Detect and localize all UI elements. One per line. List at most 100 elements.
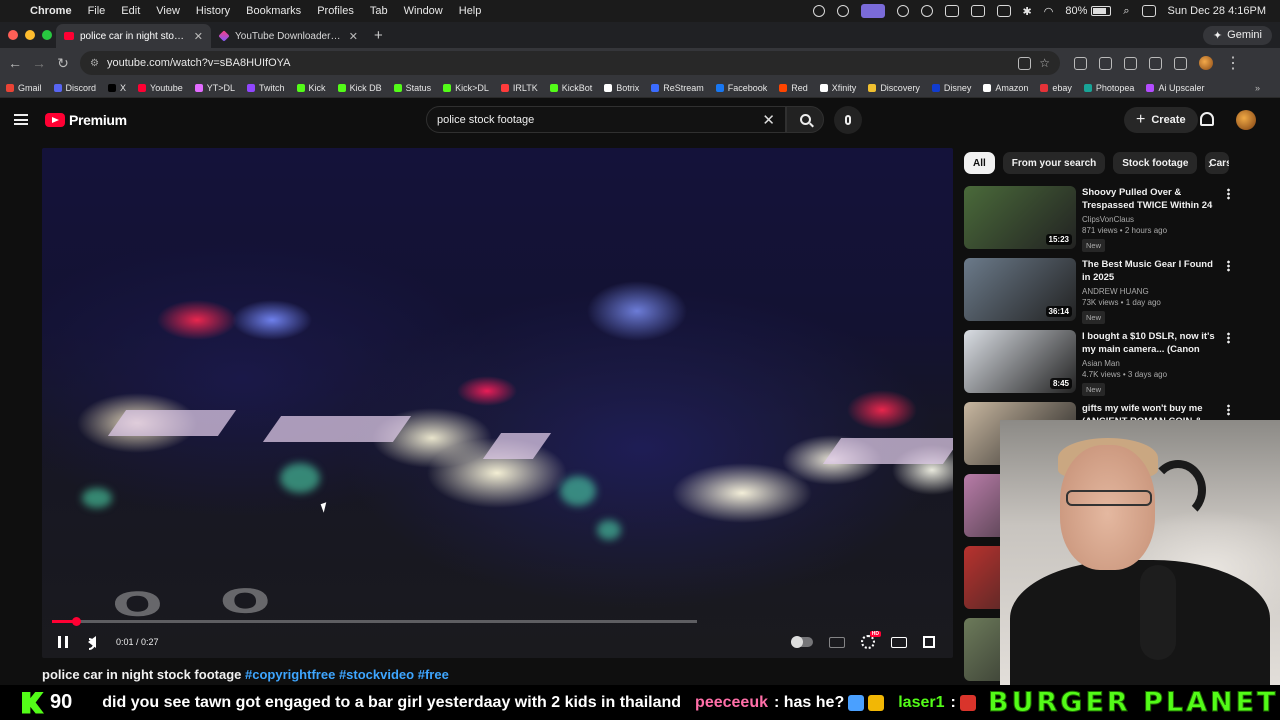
bookmark-item[interactable]: ebay	[1040, 83, 1072, 93]
address-bar[interactable]: ⚙ youtube.com/watch?v=sBA8HUIfOYA ☆	[80, 51, 1060, 75]
hashtag-link[interactable]: #free	[418, 667, 449, 682]
menu-window[interactable]: Window	[404, 5, 443, 17]
menu-app-name[interactable]: Chrome	[30, 5, 72, 17]
puzzle-icon[interactable]	[1099, 56, 1112, 70]
cloud-icon[interactable]	[836, 5, 849, 17]
screen-share-icon[interactable]	[860, 4, 885, 18]
bookmark-item[interactable]: Discovery	[868, 83, 920, 93]
bookmark-item[interactable]: Botrix	[604, 83, 639, 93]
voice-search-button[interactable]	[834, 106, 862, 134]
bookmark-item[interactable]: Disney	[931, 83, 971, 93]
chip-stock-footage[interactable]: Stock footage	[1113, 152, 1198, 174]
download-icon[interactable]	[1149, 56, 1162, 70]
bookmark-item[interactable]: Facebook	[715, 83, 767, 93]
more-bookmarks-icon[interactable]: »	[1255, 83, 1280, 93]
tab-youtube-downloader[interactable]: YouTube Downloader - Conv ✕	[211, 24, 366, 48]
channel-name[interactable]: Asian Man	[1082, 359, 1217, 368]
close-tab-icon[interactable]: ✕	[349, 30, 358, 43]
play-icon[interactable]	[920, 5, 933, 17]
notifications-bell-icon[interactable]	[1200, 112, 1214, 126]
channel-name[interactable]: ANDREW HUANG	[1082, 287, 1217, 296]
bookmark-item[interactable]: KickBot	[549, 83, 592, 93]
minimize-window-button[interactable]	[25, 30, 35, 40]
menu-help[interactable]: Help	[459, 5, 482, 17]
recommendation-title[interactable]: I bought a $10 DSLR, now it's my main ca…	[1082, 330, 1217, 356]
more-options-icon[interactable]	[1227, 188, 1230, 200]
recommendation-item[interactable]: 8:45 I bought a $10 DSLR, now it's my mai…	[964, 330, 1234, 402]
menu-icon[interactable]	[14, 114, 28, 125]
recommendation-item[interactable]: 36:14 The Best Music Gear I Found in 2025…	[964, 258, 1234, 330]
display-icon[interactable]	[996, 5, 1011, 17]
bookmark-item[interactable]: Youtube	[138, 83, 183, 93]
site-info-icon[interactable]: ⚙	[90, 58, 99, 69]
bookmark-item[interactable]: Kick	[296, 83, 326, 93]
pause-icon[interactable]	[58, 636, 68, 648]
gemini-button[interactable]: ✦ Gemini	[1202, 25, 1272, 45]
hashtag-link[interactable]: #copyrightfree	[245, 667, 335, 682]
close-tab-icon[interactable]: ✕	[194, 30, 203, 43]
more-options-icon[interactable]	[1227, 332, 1230, 344]
video-thumbnail[interactable]: 15:23	[964, 186, 1076, 249]
autoplay-toggle[interactable]	[791, 636, 813, 648]
channel-name[interactable]: ClipsVonClaus	[1082, 215, 1217, 224]
bookmark-item[interactable]: X	[108, 83, 126, 93]
spotlight-search-icon[interactable]: ⌕	[1123, 5, 1129, 18]
bookmark-item[interactable]: Status	[393, 83, 431, 93]
menu-view[interactable]: View	[156, 5, 180, 17]
reload-icon[interactable]: ↻	[56, 55, 70, 72]
bookmark-item[interactable]: Amazon	[983, 83, 1028, 93]
scrubber-handle[interactable]	[71, 617, 81, 626]
menu-edit[interactable]: Edit	[121, 5, 140, 17]
search-input[interactable]: police stock footage ✕	[426, 106, 786, 133]
control-center-icon[interactable]	[1141, 5, 1156, 17]
bookmark-item[interactable]: Ai Upscaler	[1146, 83, 1204, 93]
menu-history[interactable]: History	[196, 5, 230, 17]
chevron-right-icon[interactable]: ›	[1208, 155, 1213, 171]
more-options-icon[interactable]	[1227, 260, 1230, 272]
settings-gear-icon[interactable]: HD	[861, 631, 881, 649]
forward-icon[interactable]: →	[32, 55, 46, 71]
speaker-icon[interactable]	[944, 5, 959, 17]
bookmark-item[interactable]: Gmail	[6, 83, 42, 93]
reading-list-icon[interactable]	[1174, 56, 1187, 70]
more-options-icon[interactable]	[1227, 404, 1230, 416]
profile-avatar[interactable]	[1199, 56, 1213, 70]
wifi-icon[interactable]: ◠	[1044, 5, 1054, 18]
recommendation-item[interactable]: 15:23 Shoovy Pulled Over & Trespassed TWI…	[964, 186, 1234, 258]
bookmark-item[interactable]: Kick DB	[337, 83, 382, 93]
search-button[interactable]	[786, 106, 824, 133]
bookmark-item[interactable]: IRLTK	[500, 83, 538, 93]
bookmark-item[interactable]: Xfinity	[819, 83, 856, 93]
menu-profiles[interactable]: Profiles	[317, 5, 354, 17]
menubar-clock[interactable]: Sun Dec 28 4:16PM	[1168, 5, 1266, 17]
video-thumbnail[interactable]: 8:45	[964, 330, 1076, 393]
bookmark-item[interactable]: Twitch	[247, 83, 285, 93]
close-window-button[interactable]	[8, 30, 18, 40]
miniplayer-icon[interactable]	[891, 636, 907, 648]
bluetooth-icon[interactable]: ✱	[1023, 5, 1032, 18]
search-query[interactable]: police stock footage	[437, 114, 534, 126]
bookmark-star-icon[interactable]: ☆	[1039, 56, 1050, 70]
bookmark-item[interactable]: YT>DL	[194, 83, 235, 93]
fullscreen-icon[interactable]	[923, 636, 935, 648]
bookmark-item[interactable]: Discord	[53, 83, 96, 93]
sidepanel-icon[interactable]	[1124, 56, 1137, 70]
chip-from-your-search[interactable]: From your search	[1002, 152, 1106, 174]
keyboard-icon[interactable]	[970, 5, 985, 17]
extension-icon[interactable]	[1074, 56, 1087, 70]
video-player[interactable]: O O	[42, 148, 953, 658]
recommendation-title[interactable]: The Best Music Gear I Found in 2025	[1082, 258, 1217, 284]
tab-police-car[interactable]: police car in night stock foota ✕	[56, 24, 211, 48]
menu-bookmarks[interactable]: Bookmarks	[246, 5, 301, 17]
create-button[interactable]: + Create	[1124, 107, 1198, 133]
new-tab-button[interactable]: +	[366, 27, 391, 44]
account-avatar[interactable]	[1236, 110, 1256, 130]
menu-file[interactable]: File	[88, 5, 106, 17]
grid-icon[interactable]	[896, 5, 909, 17]
hashtag-link[interactable]: #stockvideo	[339, 667, 414, 682]
volume-icon[interactable]	[88, 636, 96, 650]
progress-bar[interactable]	[52, 617, 697, 626]
recommendation-title[interactable]: Shoovy Pulled Over & Trespassed TWICE Wi…	[1082, 186, 1217, 212]
back-icon[interactable]: ←	[8, 55, 22, 71]
menu-tab[interactable]: Tab	[370, 5, 388, 17]
